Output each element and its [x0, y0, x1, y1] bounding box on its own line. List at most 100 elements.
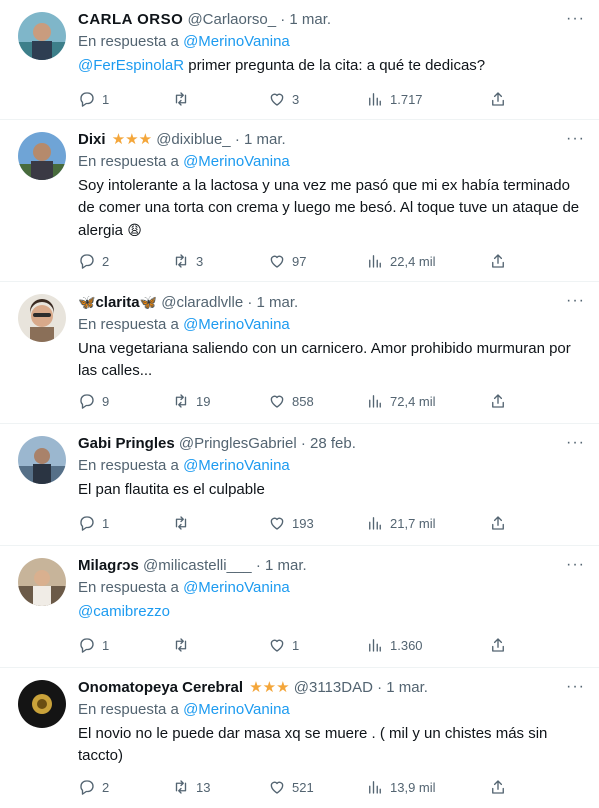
retweet-button[interactable] [172, 636, 196, 654]
tweet[interactable]: ··· Onomatopeya Cerebral ★★★ @3113DAD · … [0, 668, 599, 807]
tweet[interactable]: ··· CARLA ORSO @Carlaorso_ · 1 mar. En r… [0, 0, 599, 120]
share-button[interactable] [489, 778, 507, 796]
views-button[interactable]: 1.360 [366, 636, 423, 654]
retweet-icon [175, 254, 187, 268]
share-button[interactable] [489, 514, 507, 532]
reply-count: 9 [102, 393, 110, 409]
body-mention[interactable]: @camibrezzo [78, 603, 170, 620]
more-icon[interactable]: ··· [566, 292, 585, 310]
reply-to-mention[interactable]: @MerinoVanina [183, 457, 290, 474]
like-button[interactable]: 858 [268, 392, 314, 410]
reply-to-mention[interactable]: @MerinoVanina [183, 701, 290, 718]
reply-to-mention[interactable]: @MerinoVanina [183, 316, 290, 333]
like-count: 858 [292, 393, 314, 409]
avatar[interactable] [18, 12, 66, 60]
user-handle[interactable]: @PringlesGabriel [179, 435, 297, 452]
user-handle[interactable]: @3113DAD [294, 679, 373, 696]
reply-prefix: En respuesta a [78, 701, 179, 718]
like-button[interactable]: 97 [268, 252, 306, 270]
display-name[interactable]: clarita [95, 294, 139, 311]
retweet-button[interactable]: 13 [172, 778, 210, 796]
reply-context: En respuesta a @MerinoVanina [78, 315, 583, 335]
retweet-button[interactable]: 19 [172, 392, 210, 410]
tweet-date[interactable]: 1 mar. [244, 131, 286, 148]
reply-to-mention[interactable]: @MerinoVanina [183, 153, 290, 170]
retweet-button[interactable] [172, 514, 196, 532]
reply-count: 1 [102, 637, 110, 653]
share-button[interactable] [489, 636, 507, 654]
display-name[interactable]: Milagɾɔs [78, 557, 139, 574]
user-handle[interactable]: @claradlvlle [161, 294, 243, 311]
reply-button[interactable]: 1 [78, 514, 109, 532]
share-button[interactable] [489, 392, 507, 410]
share-icon [492, 638, 504, 652]
like-button[interactable]: 193 [268, 514, 314, 532]
like-button[interactable]: 3 [268, 90, 299, 108]
user-handle[interactable]: @milicastelli___ [143, 557, 252, 574]
reply-to-mention[interactable]: @MerinoVanina [183, 579, 290, 596]
views-button[interactable]: 22,4 mil [366, 252, 436, 270]
more-icon[interactable]: ··· [566, 678, 585, 696]
tweet[interactable]: ··· Milagɾɔs @milicastelli___ · 1 mar. E… [0, 546, 599, 668]
avatar[interactable] [18, 132, 66, 180]
views-button[interactable]: 72,4 mil [366, 392, 436, 410]
display-name[interactable]: Onomatopeya Cerebral [78, 679, 243, 696]
reply-button[interactable]: 2 [78, 778, 109, 796]
action-bar: 1 1 1.360 [78, 624, 583, 666]
views-icon [369, 781, 381, 794]
tweet-date[interactable]: 1 mar. [265, 557, 307, 574]
views-button[interactable]: 1.717 [366, 90, 423, 108]
tweet-text: El novio no le puede dar masa xq se muer… [78, 725, 548, 764]
retweet-button[interactable] [172, 90, 196, 108]
share-button[interactable] [489, 252, 507, 270]
avatar[interactable] [18, 558, 66, 606]
reply-button[interactable]: 2 [78, 252, 109, 270]
retweet-button[interactable]: 3 [172, 252, 203, 270]
body-mention[interactable]: @FerEspinolaR [78, 57, 184, 74]
user-handle[interactable]: @dixiblue_ [156, 131, 230, 148]
reply-context: En respuesta a @MerinoVanina [78, 152, 583, 172]
like-count: 193 [292, 515, 314, 531]
more-icon[interactable]: ··· [566, 556, 585, 574]
avatar[interactable] [18, 680, 66, 728]
view-count: 1.717 [390, 91, 423, 107]
reply-button[interactable]: 1 [78, 636, 109, 654]
tweet-header: Milagɾɔs @milicastelli___ · 1 mar. [78, 556, 583, 576]
reply-context: En respuesta a @MerinoVanina [78, 578, 583, 598]
like-count: 97 [292, 253, 307, 269]
tweet-date[interactable]: 28 feb. [310, 435, 356, 452]
user-handle[interactable]: @Carlaorso_ [187, 11, 276, 28]
reply-count: 2 [102, 779, 110, 795]
reply-prefix: En respuesta a [78, 457, 179, 474]
display-name[interactable]: Gabi Pringles [78, 435, 175, 452]
like-icon [270, 395, 284, 408]
tweet-header: Onomatopeya Cerebral ★★★ @3113DAD · 1 ma… [78, 678, 583, 698]
separator-dot: · [247, 294, 253, 311]
reply-to-mention[interactable]: @MerinoVanina [183, 33, 290, 50]
tweet-date[interactable]: 1 mar. [386, 679, 428, 696]
more-icon[interactable]: ··· [566, 10, 585, 28]
tweet-date[interactable]: 1 mar. [289, 11, 331, 28]
more-icon[interactable]: ··· [566, 130, 585, 148]
reply-count: 1 [102, 515, 110, 531]
avatar[interactable] [18, 294, 66, 342]
weary-face-emoji: 😩 [127, 222, 142, 238]
more-icon[interactable]: ··· [566, 434, 585, 452]
views-button[interactable]: 21,7 mil [366, 514, 436, 532]
share-icon [492, 780, 504, 794]
avatar[interactable] [18, 436, 66, 484]
display-name[interactable]: CARLA ORSO [78, 11, 183, 28]
display-name[interactable]: Dixi [78, 131, 106, 148]
like-button[interactable]: 521 [268, 778, 314, 796]
reply-button[interactable]: 9 [78, 392, 109, 410]
views-button[interactable]: 13,9 mil [366, 778, 436, 796]
tweet[interactable]: ··· 🦋clarita🦋 @claradlvlle · 1 mar. En r… [0, 282, 599, 424]
tweet[interactable]: ··· Dixi ★★★ @dixiblue_ · 1 mar. En resp… [0, 120, 599, 282]
tweet-date[interactable]: 1 mar. [257, 294, 299, 311]
star-emoji: ★★★ [249, 679, 290, 696]
share-button[interactable] [489, 90, 507, 108]
reply-button[interactable]: 1 [78, 90, 109, 108]
tweet[interactable]: ··· Gabi Pringles @PringlesGabriel · 28 … [0, 424, 599, 546]
action-bar: 1 193 21,7 mil [78, 502, 583, 544]
like-button[interactable]: 1 [268, 636, 299, 654]
